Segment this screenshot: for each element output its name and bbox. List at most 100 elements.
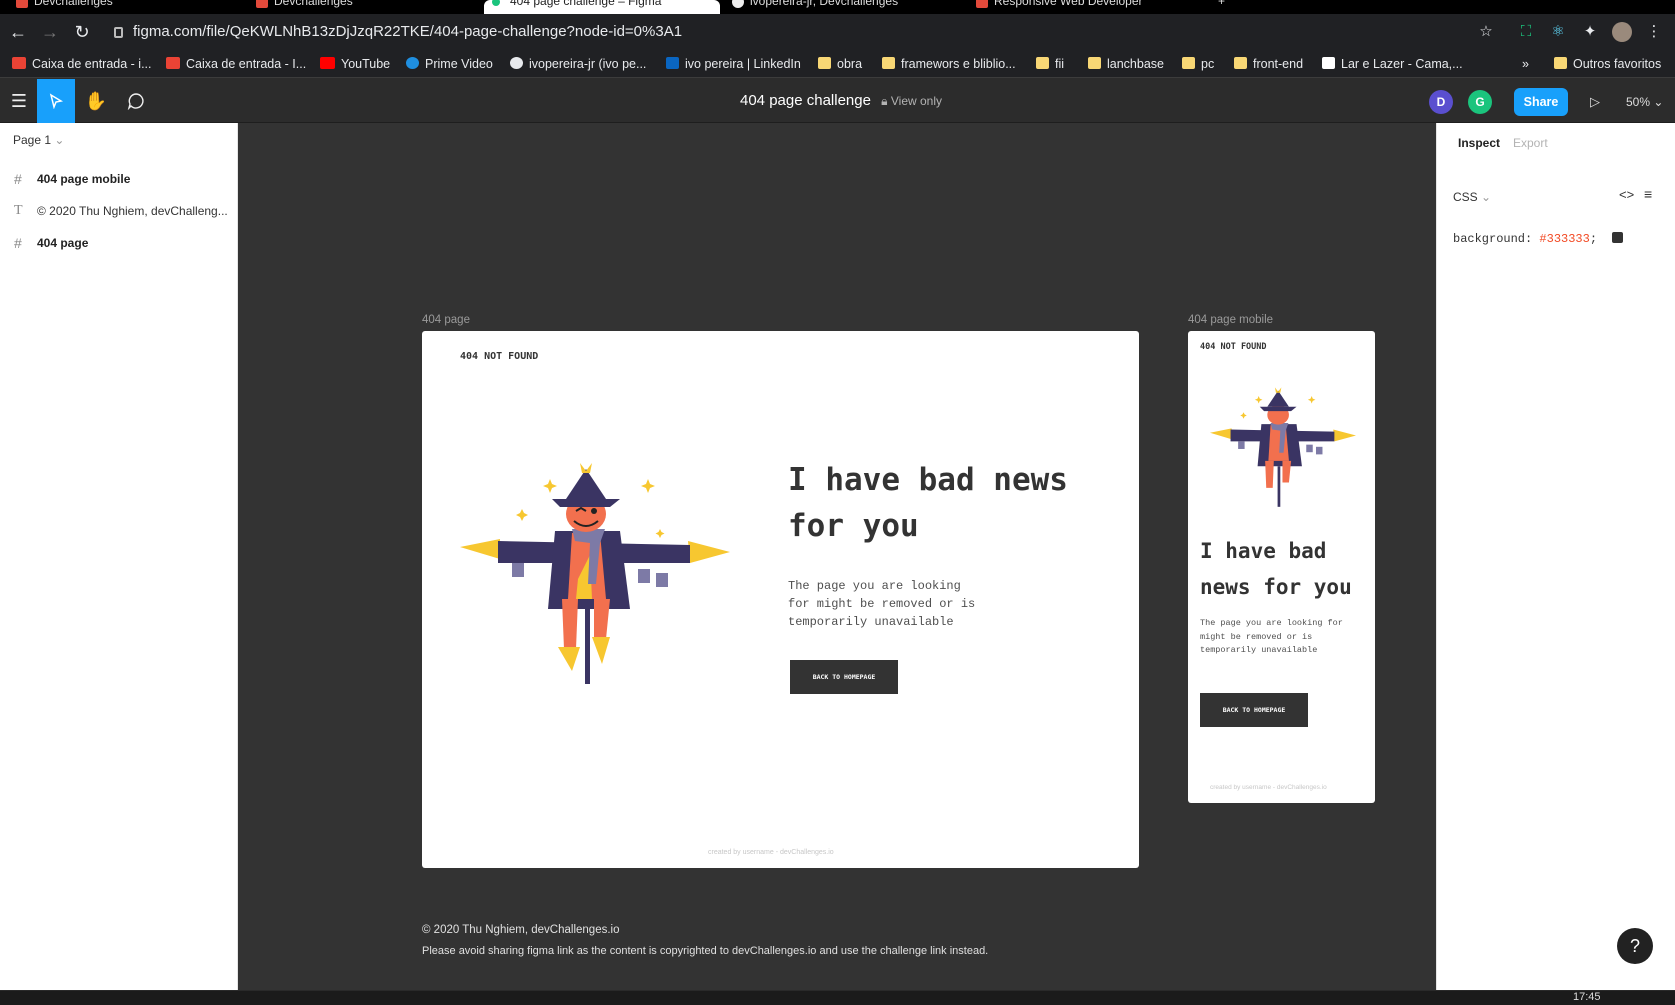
- description-text: The page you are looking for might be re…: [1200, 618, 1343, 655]
- folder-icon: [882, 57, 895, 69]
- bookmark-lar-e-lazer[interactable]: Lar e Lazer - Cama,...: [1322, 55, 1463, 73]
- bookmark-github[interactable]: ivopereira-jr (ivo pe...: [510, 55, 646, 73]
- url-field[interactable]: figma.com/file/QeKWLNhB13zDjJzqR22TKE/40…: [114, 20, 682, 44]
- inspect-panel: Inspect Export CSS ⌄ <> ≡ background: #3…: [1436, 123, 1675, 990]
- youtube-icon: [320, 57, 335, 69]
- react-devtools-icon[interactable]: ⚛: [1548, 22, 1568, 42]
- github-favicon-icon: [732, 0, 744, 8]
- layer-404-page-mobile[interactable]: # 404 page mobile: [0, 164, 238, 194]
- back-to-homepage-button[interactable]: BACK TO HOMEPAGE: [790, 660, 898, 694]
- bookmark-folder-fii[interactable]: fii: [1036, 55, 1064, 73]
- move-tool-icon[interactable]: [37, 79, 75, 123]
- bookmark-prime-video[interactable]: Prime Video: [406, 55, 493, 73]
- folder-icon: [1182, 57, 1195, 69]
- frame-404-page[interactable]: 404 NOT FOUND I have bad news for you Th…: [422, 331, 1139, 868]
- chevron-down-icon: ⌄: [1481, 190, 1492, 204]
- figma-canvas[interactable]: 404 page 404 NOT FOUND I have bad news f…: [238, 123, 1436, 990]
- lock-icon: 🔒︎: [881, 94, 888, 108]
- bookmark-folder-obra[interactable]: obra: [818, 55, 862, 73]
- bookmark-linkedin[interactable]: ivo pereira | LinkedIn: [666, 55, 801, 73]
- copyright-text[interactable]: © 2020 Thu Nghiem, devChallenges.io: [422, 924, 620, 936]
- folder-icon: [1234, 57, 1247, 69]
- extension-screen-icon[interactable]: ⛶: [1516, 22, 1536, 42]
- code-view-icon[interactable]: <>: [1619, 187, 1634, 202]
- bookmark-folder-lanchbase[interactable]: lanchbase: [1088, 55, 1164, 73]
- page-selector[interactable]: Page 1 ⌄: [13, 133, 64, 147]
- folder-icon: [1088, 57, 1101, 69]
- gmail-icon: [12, 57, 26, 69]
- present-play-icon[interactable]: ▷: [1584, 88, 1606, 116]
- frame-404-page-mobile[interactable]: 404 NOT FOUND I have bad news for you Th…: [1188, 331, 1375, 803]
- chevron-down-icon: ⌄: [1653, 95, 1664, 109]
- tab-devchallenges-2[interactable]: Devchallenges ×: [248, 0, 476, 14]
- share-button[interactable]: Share: [1514, 88, 1568, 116]
- view-only-badge: 🔒︎ View only: [881, 94, 942, 108]
- list-view-icon[interactable]: ≡: [1644, 186, 1652, 202]
- bookmark-folder-pc[interactable]: pc: [1182, 55, 1214, 73]
- zoom-dropdown[interactable]: 50% ⌄: [1626, 88, 1663, 116]
- folder-icon: [1554, 57, 1567, 69]
- bookmark-gmail-2[interactable]: Caixa de entrada - I...: [166, 55, 306, 73]
- css-background-line[interactable]: background: #333333;: [1453, 232, 1624, 246]
- bookmark-gmail-1[interactable]: Caixa de entrada - i...: [12, 55, 152, 73]
- main-menu-icon[interactable]: ☰: [0, 79, 38, 123]
- bookmark-folder-frameworks[interactable]: framewors e bliblio...: [882, 55, 1016, 73]
- avatar[interactable]: D: [1429, 90, 1453, 114]
- bookmark-folder-front-end[interactable]: front-end: [1234, 55, 1303, 73]
- frame-label-404-page-mobile[interactable]: 404 page mobile: [1188, 314, 1273, 326]
- frame-icon: #: [14, 235, 22, 251]
- credit-text: created by username - devChallenges.io: [1210, 784, 1327, 791]
- description-text: The page you are looking for might be re…: [788, 579, 976, 629]
- logo-text: 404 NOT FOUND: [460, 351, 539, 362]
- tab-figma-active[interactable]: 404 page challenge – Figma ×: [484, 0, 720, 14]
- headline: I have bad news for you: [788, 462, 1068, 544]
- forward-arrow-icon[interactable]: →: [40, 22, 60, 42]
- prime-video-icon: [406, 57, 419, 69]
- devchallenges-favicon-icon: [256, 0, 268, 8]
- bookmark-other-favorites[interactable]: Outros favoritos: [1554, 55, 1661, 73]
- profile-avatar-icon[interactable]: [1612, 22, 1632, 42]
- help-button[interactable]: ?: [1617, 928, 1653, 964]
- gmail-icon: [166, 57, 180, 69]
- back-to-homepage-button[interactable]: BACK TO HOMEPAGE: [1200, 693, 1308, 727]
- tab-export[interactable]: Export: [1513, 136, 1548, 150]
- hand-tool-icon[interactable]: ✋: [77, 79, 115, 123]
- clock: 17:45: [1573, 991, 1601, 1003]
- color-swatch: [1612, 232, 1624, 243]
- layer-copyright-text[interactable]: T © 2020 Thu Nghiem, devChalleng...: [0, 196, 238, 226]
- folder-icon: [818, 57, 831, 69]
- tab-responsive-web[interactable]: Responsive Web Developer ×: [968, 0, 1196, 14]
- text-layer-icon: T: [14, 203, 23, 218]
- folder-icon: [1036, 57, 1049, 69]
- bookmarks-overflow-chevron-icon[interactable]: »: [1522, 55, 1529, 73]
- tab-inspect[interactable]: Inspect: [1458, 136, 1500, 150]
- browser-tab-strip: Devchallenges × Devchallenges × 404 page…: [0, 0, 1675, 14]
- address-bar-row: ← → ↻ figma.com/file/QeKWLNhB13zDjJzqR22…: [0, 14, 1675, 50]
- layer-404-page[interactable]: # 404 page: [0, 228, 238, 258]
- comment-tool-icon[interactable]: [117, 79, 155, 123]
- extensions-puzzle-icon[interactable]: ✦: [1580, 22, 1600, 42]
- code-language-dropdown[interactable]: CSS ⌄: [1453, 190, 1491, 204]
- layers-panel: Page 1 ⌄ # 404 page mobile T © 2020 Thu …: [0, 123, 238, 990]
- figma-favicon-icon: [492, 0, 500, 6]
- devchallenges-favicon-icon: [16, 0, 28, 8]
- github-icon: [510, 57, 523, 69]
- logo-text: 404 NOT FOUND: [1200, 342, 1267, 352]
- bookmark-youtube[interactable]: YouTube: [320, 55, 390, 73]
- devchallenges-favicon-icon: [976, 0, 988, 8]
- scarecrow-illustration: [460, 463, 730, 684]
- browser-menu-icon[interactable]: ⋮: [1644, 22, 1664, 42]
- sharing-notice-text: Please avoid sharing figma link as the c…: [422, 945, 989, 957]
- tab-devchallenges-1[interactable]: Devchallenges ×: [8, 0, 236, 14]
- tab-github[interactable]: ivopereira-jr, Devchallenges ×: [724, 0, 960, 14]
- scarecrow-illustration: [1210, 387, 1356, 507]
- new-tab-button[interactable]: +: [1208, 0, 1238, 14]
- lock-icon: [114, 26, 123, 38]
- file-title[interactable]: 404 page challenge 🔒︎ View only: [740, 79, 942, 123]
- frame-label-404-page[interactable]: 404 page: [422, 314, 470, 326]
- figma-toolbar: ☰ ✋ 404 page challenge 🔒︎ View only D G …: [0, 79, 1675, 123]
- bookmark-star-icon[interactable]: ☆: [1476, 22, 1496, 42]
- avatar[interactable]: G: [1468, 90, 1492, 114]
- back-arrow-icon[interactable]: ←: [8, 22, 28, 42]
- reload-icon[interactable]: ↻: [72, 22, 92, 42]
